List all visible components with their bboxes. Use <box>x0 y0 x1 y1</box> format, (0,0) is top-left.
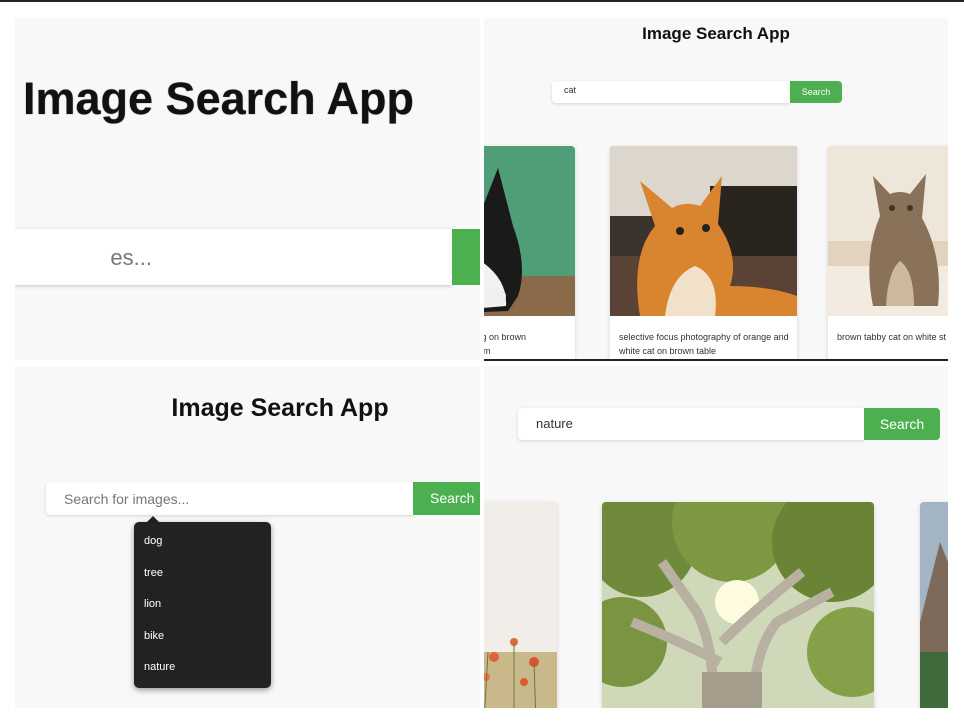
result-caption: selective focus photography of orange an… <box>619 332 789 356</box>
result-caption: brown tabby cat on white st <box>837 332 947 342</box>
search-button[interactable]: Search <box>790 81 842 103</box>
search-button[interactable]: Search <box>413 482 480 515</box>
search-button[interactable] <box>452 229 480 285</box>
suggestion-item-dog[interactable]: dog <box>144 535 162 547</box>
cat-image <box>610 146 797 316</box>
app-title: Image Search App <box>642 24 790 43</box>
cat-image <box>484 146 575 316</box>
search-input[interactable]: cat <box>552 81 790 103</box>
divider <box>484 359 948 361</box>
suggestion-item-nature[interactable]: nature <box>144 661 175 673</box>
suggestion-dropdown: dog tree lion bike nature <box>134 522 271 688</box>
suggestion-item-bike[interactable]: bike <box>144 630 164 642</box>
search-placeholder: es... <box>110 245 152 270</box>
panel-nature-results: nature Search <box>484 366 948 708</box>
mountain-image <box>920 502 948 708</box>
result-card[interactable]: selective focus photography of orange an… <box>610 146 797 360</box>
suggestion-item-lion[interactable]: lion <box>144 598 161 610</box>
suggestion-item-tree[interactable]: tree <box>144 567 163 579</box>
cat-image <box>828 146 948 316</box>
panel-suggestions: Image Search App Search dog tree lion bi… <box>15 366 480 708</box>
panel-zoomed-header: Image Search App es... <box>15 18 480 360</box>
search-button[interactable]: Search <box>864 408 940 440</box>
flower-field-image <box>484 502 557 708</box>
result-caption: ying on brown room <box>484 332 527 356</box>
panel-cat-results: Image Search App cat Search ying on brow… <box>484 18 948 360</box>
result-card[interactable]: brown tabby cat on white st <box>828 146 948 360</box>
app-title: Image Search App <box>23 73 414 124</box>
search-input[interactable] <box>46 482 413 515</box>
top-border <box>0 0 964 2</box>
result-card[interactable] <box>602 502 874 708</box>
result-card[interactable] <box>484 502 557 708</box>
result-card[interactable]: ying on brown room <box>484 146 575 360</box>
app-title: Image Search App <box>171 394 389 422</box>
tree-image <box>602 502 874 708</box>
search-input[interactable]: es... <box>15 229 452 285</box>
result-card[interactable] <box>920 502 948 708</box>
search-input[interactable]: nature <box>518 408 864 440</box>
